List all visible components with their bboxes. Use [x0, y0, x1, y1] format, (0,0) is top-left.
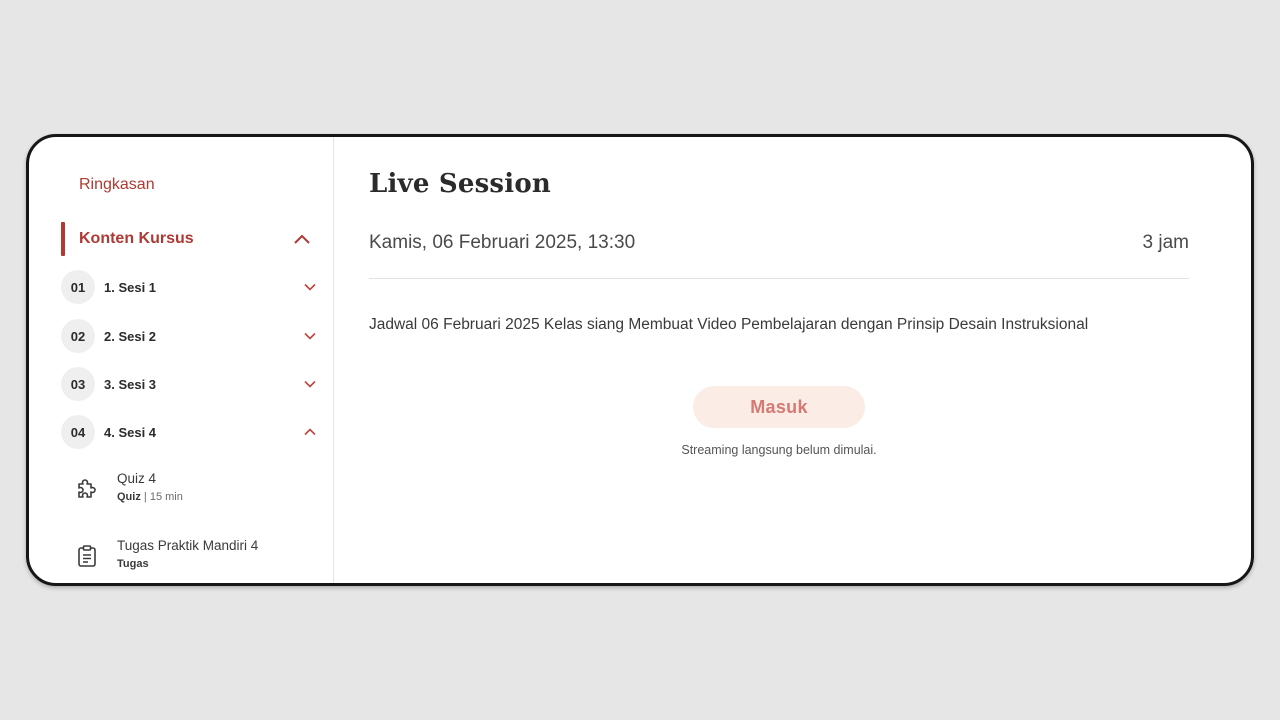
session-title: 1. Sesi 1 — [104, 279, 157, 295]
session-title: 2. Sesi 2 — [104, 328, 157, 344]
activity-name: Tugas Praktik Mandiri 4 — [117, 538, 259, 553]
chevron-down-icon[interactable] — [301, 375, 319, 393]
session-item-4[interactable]: 04 4. Sesi 4 — [61, 415, 316, 449]
app-window: Ringkasan Konten Kursus 01 1. Sesi 1 02 … — [26, 134, 1254, 586]
session-datetime: Kamis, 06 Februari 2025, 13:30 — [369, 232, 636, 253]
session-number: 02 — [61, 319, 95, 353]
session-number: 03 — [61, 367, 95, 401]
course-content-label: Konten Kursus — [79, 230, 194, 247]
summary-link[interactable]: Ringkasan — [79, 176, 155, 194]
page-title: Live Session — [369, 169, 551, 199]
activity-meta: Tugas — [117, 556, 258, 572]
clipboard-icon — [73, 542, 101, 570]
session-item-3[interactable]: 03 3. Sesi 3 — [61, 367, 316, 401]
chevron-down-icon[interactable] — [301, 327, 319, 345]
session-title: 3. Sesi 3 — [104, 376, 157, 392]
activity-name: Quiz 4 — [117, 471, 157, 486]
activity-type: Quiz — [117, 491, 141, 503]
session-title: 4. Sesi 4 — [104, 424, 157, 440]
session-item-1[interactable]: 01 1. Sesi 1 — [61, 270, 316, 304]
activity-duration: | 15 min — [143, 491, 183, 503]
live-session-panel: Live Session Kamis, 06 Februari 2025, 13… — [334, 137, 1251, 583]
session-description: Jadwal 06 Februari 2025 Kelas siang Memb… — [369, 316, 1089, 333]
chevron-down-icon[interactable] — [301, 278, 319, 296]
chevron-up-icon[interactable] — [293, 230, 311, 248]
active-indicator — [61, 222, 65, 256]
course-content-section[interactable]: Konten Kursus — [61, 222, 311, 256]
activity-meta: Quiz | 15 min — [117, 489, 183, 505]
session-duration: 3 jam — [1142, 232, 1189, 253]
activity-tugas-4[interactable]: Tugas Praktik Mandiri 4 Tugas — [73, 537, 313, 572]
puzzle-icon — [73, 475, 101, 503]
session-number: 01 — [61, 270, 95, 304]
chevron-up-icon[interactable] — [301, 423, 319, 441]
session-number: 04 — [61, 415, 95, 449]
divider — [369, 278, 1189, 279]
activity-quiz-4[interactable]: Quiz 4 Quiz | 15 min — [73, 470, 313, 505]
activity-type: Tugas — [117, 558, 149, 570]
course-sidebar: Ringkasan Konten Kursus 01 1. Sesi 1 02 … — [29, 137, 334, 583]
schedule-row: Kamis, 06 Februari 2025, 13:30 3 jam — [369, 232, 1189, 254]
session-item-2[interactable]: 02 2. Sesi 2 — [61, 319, 316, 353]
enter-button[interactable]: Masuk — [693, 386, 865, 428]
streaming-status-note: Streaming langsung belum dimulai. — [681, 443, 877, 457]
